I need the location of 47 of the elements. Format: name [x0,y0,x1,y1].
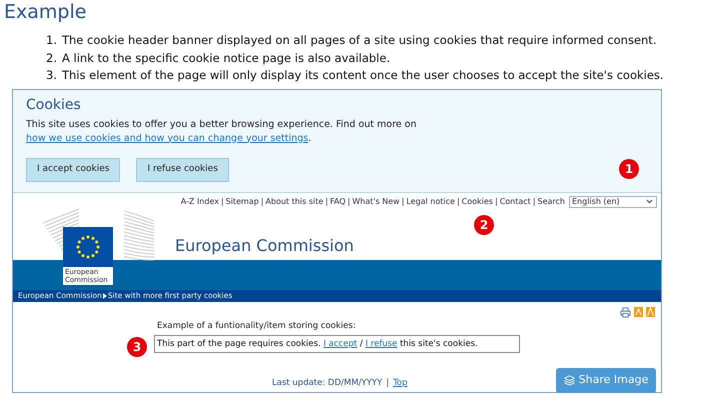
list-text: The cookie header banner displayed on all pages of a site using cookies that require informed consent. [62,32,656,49]
link-separator: | [324,196,330,208]
link-separator: | [260,196,265,208]
cookie-button[interactable]: I accept cookies [26,158,120,182]
section-heading: Example [4,0,88,24]
nav-link[interactable]: Search [538,196,565,208]
refuse-link[interactable]: I refuse [365,338,398,348]
list-text: This element of the page will only display its content once the user chooses to accept the site's cookies. [62,67,664,84]
footer-separator: | [386,376,390,390]
nav-link[interactable]: About this site [266,196,324,208]
link-separator: | [346,196,352,208]
site-title: European Commission [175,234,354,256]
number-marker: 3 [127,336,147,356]
link-separator: | [494,196,499,208]
list-text: A link to the specific cookie notice page is also available. [62,50,390,66]
last-update-text: Last update: DD/MM/YYYY [272,376,382,390]
nav-link[interactable]: A-Z Index [180,196,219,208]
font-size-icon[interactable] [646,306,655,316]
content-label: Example of a funtionality/item storing cookies: [157,320,356,332]
top-link[interactable]: Top [393,376,408,390]
number-marker: 1 [619,158,639,178]
banner-title: Cookies [26,96,82,114]
link-separator: | [220,196,225,208]
nav-link[interactable]: What's New [352,196,400,208]
nav-link[interactable]: Sitemap [226,196,259,208]
list-number: 2. [46,50,57,66]
link-separator: | [400,196,406,208]
printer-icon[interactable] [620,306,631,318]
font-size-icon[interactable] [634,306,643,316]
cookie-button[interactable]: I refuse cookies [136,158,229,182]
language-select[interactable]: English (en) [569,196,657,208]
accept-link[interactable]: I accept [323,338,358,348]
nav-link[interactable]: FAQ [330,196,346,208]
nav-link[interactable]: Cookies [462,196,493,208]
number-marker: 2 [474,214,494,234]
chevron-icon [102,292,107,298]
cookie-policy-link[interactable]: how we use cookies and how you can change your settings [26,132,308,144]
link-separator: | [456,196,461,208]
cookie-notice-box: This part of the page requires cookies. I accept / I refuse this site's cookies. [154,334,520,352]
caret-icon [645,197,654,206]
list-number: 3. [46,67,57,84]
link-separator: | [532,196,537,208]
layers-icon [564,375,575,386]
list-number: 1. [46,32,57,49]
banner-text: This site uses cookies to offer you a better browsing experience. Find out more on how we use cookies and how you can change your settings. [26,118,418,146]
nav-link[interactable]: Contact [500,196,531,208]
nav-link[interactable]: Legal notice [406,196,455,208]
